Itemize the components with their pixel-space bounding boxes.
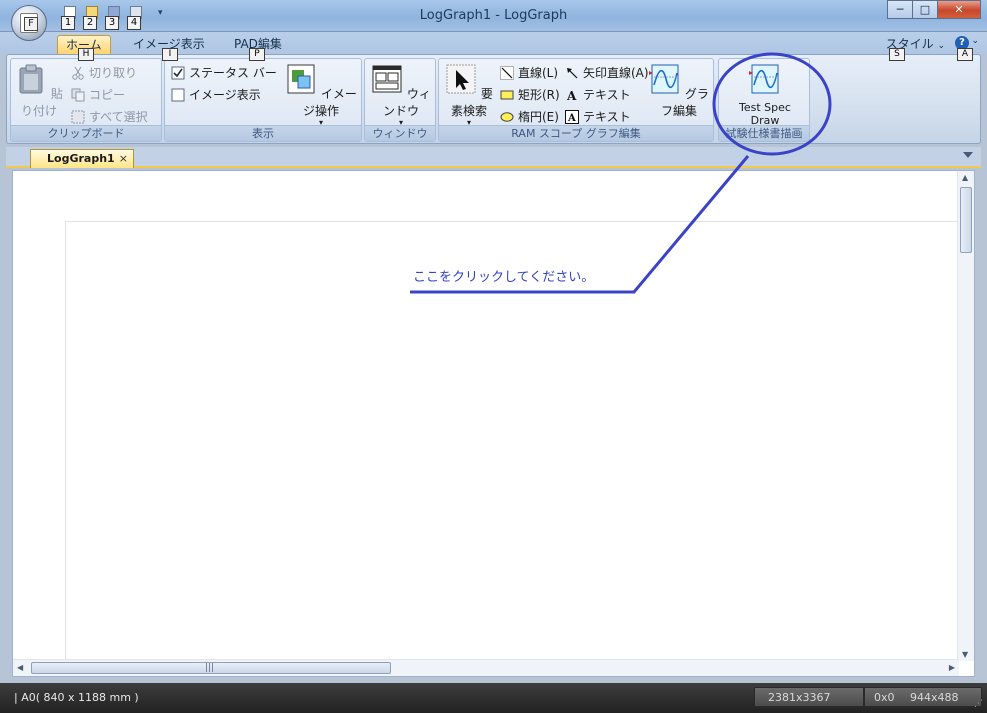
keytip-p: P [249, 48, 265, 61]
status-cursor-pos: 0x0 [874, 691, 895, 704]
status-bar: | A0( 840 x 1188 mm ) 2381x3367 0x0 944x… [0, 683, 987, 713]
status-paper-size: | A0( 840 x 1188 mm ) [14, 691, 139, 704]
callout-annotation [410, 52, 832, 294]
status-image-size: 2381x3367 [768, 691, 831, 704]
callout-text: ここをクリックしてください。 [413, 270, 595, 285]
keytip-s: S [889, 48, 905, 61]
resize-grip-icon[interactable]: ⋰ [974, 699, 983, 709]
keytip-a: A [957, 48, 973, 61]
highlight-circle [712, 52, 832, 156]
keytip-h: H [78, 48, 94, 61]
application-button[interactable]: F [11, 5, 47, 41]
status-view-size: 944x488 [910, 691, 959, 704]
keytip-i: I [162, 48, 178, 61]
keytip-f: F [24, 17, 38, 31]
